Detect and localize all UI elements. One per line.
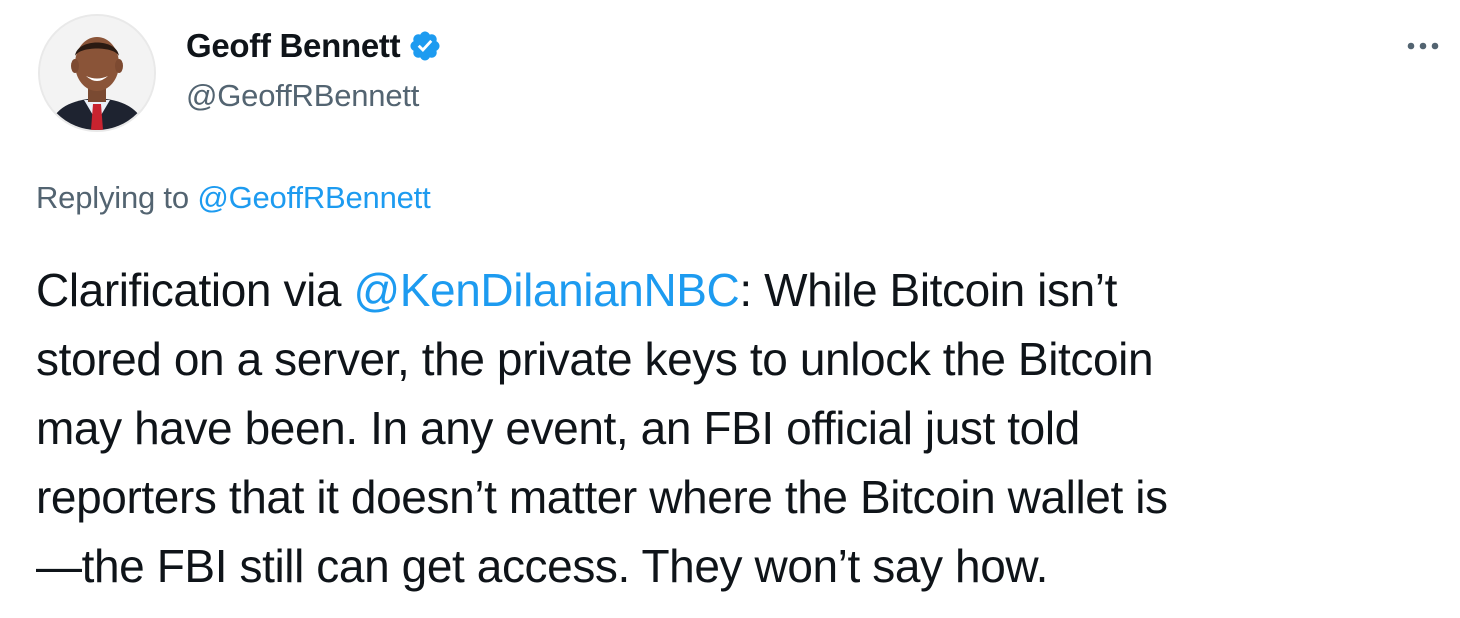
- verified-badge-icon: [408, 29, 442, 63]
- author-handle[interactable]: @GeoffRBennett: [186, 78, 419, 114]
- tweet-card: Geoff Bennett @GeoffRBennett Replying to…: [0, 0, 1460, 618]
- tweet-text-segment: : While Bitcoin isn’t: [739, 264, 1117, 316]
- author-name-row: Geoff Bennett: [186, 24, 442, 68]
- display-name[interactable]: Geoff Bennett: [186, 27, 401, 65]
- replying-to-handle-link[interactable]: @GeoffRBennett: [197, 180, 430, 215]
- tweet-line-5: —the FBI still can get access. They won’…: [36, 540, 1049, 592]
- avatar[interactable]: [38, 14, 156, 132]
- tweet-text-segment: Clarification via: [36, 264, 354, 316]
- tweet-line-3: may have been. In any event, an FBI offi…: [36, 402, 1080, 454]
- replying-to: Replying to @GeoffRBennett: [36, 180, 431, 216]
- tweet-text: Clarification via @KenDilanianNBC: While…: [36, 256, 1446, 601]
- replying-to-label: Replying to: [36, 180, 198, 215]
- tweet-line-2: stored on a server, the private keys to …: [36, 333, 1154, 385]
- tweet-line-4: reporters that it doesn’t matter where t…: [36, 471, 1168, 523]
- avatar-photo-icon: [40, 16, 154, 130]
- more-options-icon[interactable]: [1405, 36, 1445, 56]
- tweet-line-1: Clarification via @KenDilanianNBC: While…: [36, 256, 1446, 325]
- mention-link[interactable]: @KenDilanianNBC: [353, 264, 739, 316]
